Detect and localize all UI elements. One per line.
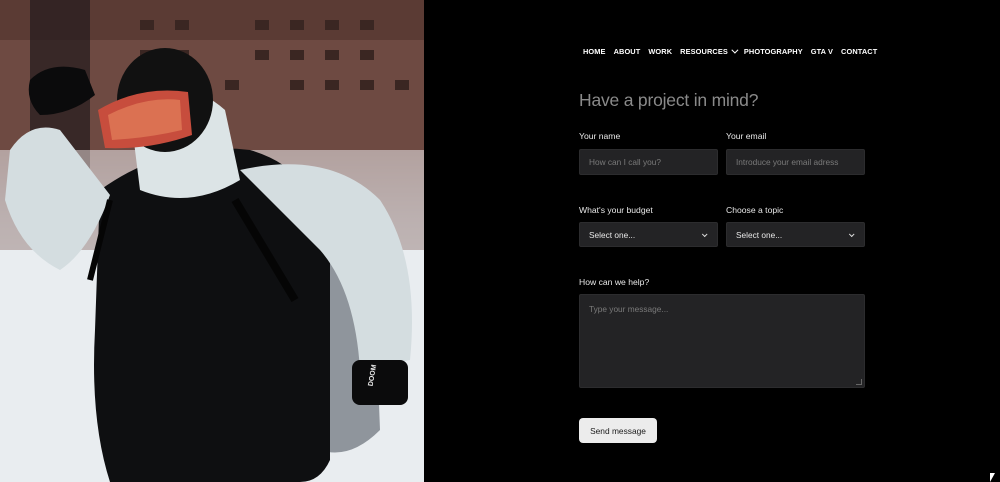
nav-gta-v[interactable]: GTA V bbox=[811, 47, 833, 56]
send-message-button[interactable]: Send message bbox=[579, 418, 657, 443]
name-input[interactable]: How can I call you? bbox=[579, 149, 718, 175]
chevron-down-icon bbox=[701, 230, 708, 237]
nav-work[interactable]: WORK bbox=[648, 47, 672, 56]
message-placeholder: Type your message... bbox=[589, 304, 669, 314]
snowboarder-illustration bbox=[0, 0, 424, 482]
message-textarea[interactable]: Type your message... bbox=[579, 294, 865, 388]
hero-photo: DOOM bbox=[0, 0, 424, 482]
nav-resources-label: RESOURCES bbox=[680, 47, 728, 56]
budget-select[interactable]: Select one... bbox=[579, 222, 718, 247]
budget-selected-value: Select one... bbox=[589, 229, 636, 240]
email-input[interactable]: Introduce your email adress bbox=[726, 149, 865, 175]
resize-handle-icon[interactable] bbox=[856, 379, 862, 385]
nav-home[interactable]: HOME bbox=[583, 47, 606, 56]
nav-about[interactable]: ABOUT bbox=[614, 47, 641, 56]
name-placeholder: How can I call you? bbox=[589, 157, 661, 167]
topic-label: Choose a topic bbox=[726, 205, 784, 215]
topic-selected-value: Select one... bbox=[736, 229, 783, 240]
nav-contact[interactable]: CONTACT bbox=[841, 47, 877, 56]
budget-label: What's your budget bbox=[579, 205, 653, 215]
main-navigation: HOME ABOUT WORK RESOURCES PHOTOGRAPHY GT… bbox=[583, 46, 885, 56]
topic-select[interactable]: Select one... bbox=[726, 222, 865, 247]
nav-resources[interactable]: RESOURCES bbox=[680, 46, 739, 56]
email-placeholder: Introduce your email adress bbox=[736, 157, 839, 167]
chevron-down-icon bbox=[848, 230, 855, 237]
message-label: How can we help? bbox=[579, 277, 650, 287]
form-title: Have a project in mind? bbox=[579, 90, 759, 110]
nav-photography[interactable]: PHOTOGRAPHY bbox=[744, 47, 803, 56]
email-label: Your email bbox=[726, 131, 767, 141]
name-label: Your name bbox=[579, 131, 621, 141]
mouse-cursor-icon bbox=[990, 473, 995, 482]
chevron-down-icon bbox=[731, 46, 739, 54]
